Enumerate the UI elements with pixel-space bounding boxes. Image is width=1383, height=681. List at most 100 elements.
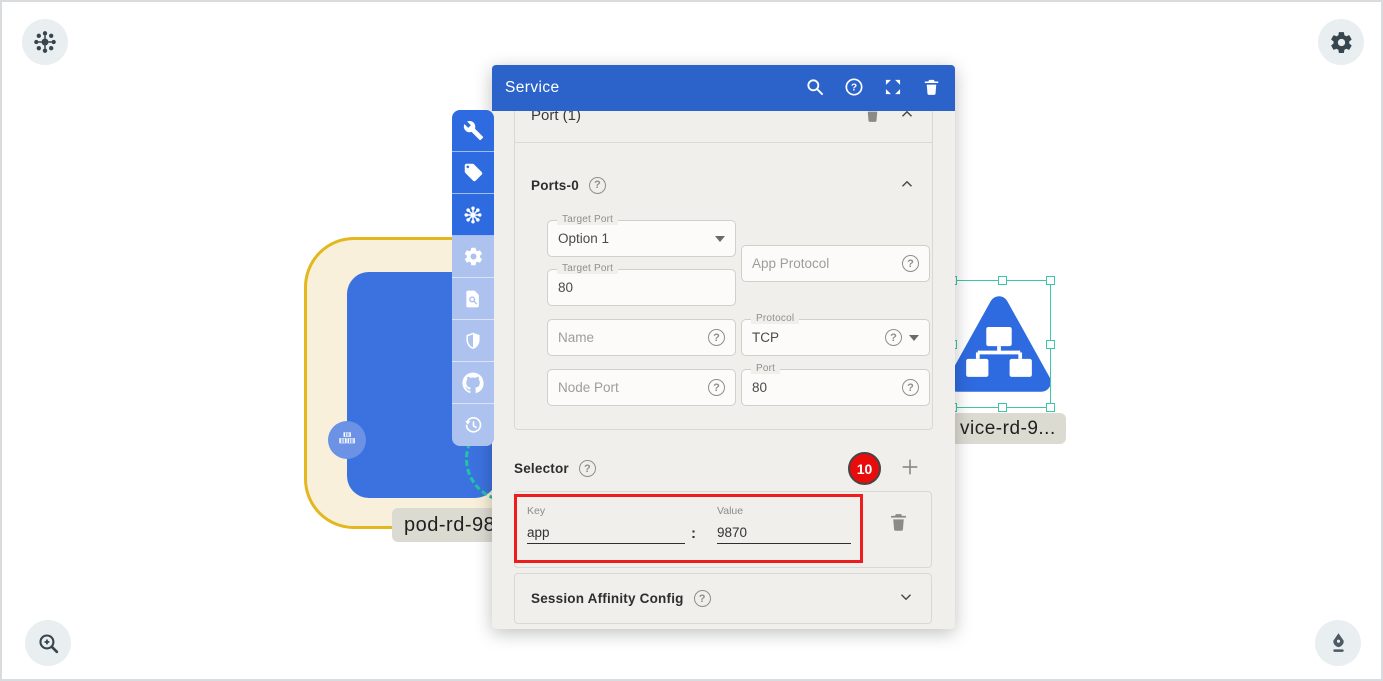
help-icon[interactable]: ? <box>708 329 725 346</box>
field-label: Protocol <box>751 313 799 324</box>
service-modal: Service ? <box>492 65 955 629</box>
toolbar-preview-button[interactable] <box>452 278 494 320</box>
gear-icon <box>1329 30 1354 55</box>
gear-icon <box>463 246 484 267</box>
zoom-button[interactable] <box>25 620 71 666</box>
chevron-up-icon <box>898 111 916 126</box>
help-icon[interactable]: ? <box>902 379 919 396</box>
help-icon[interactable]: ? <box>902 255 919 272</box>
selection-handle[interactable] <box>998 276 1007 285</box>
field-label: Port <box>751 363 780 374</box>
port-input[interactable] <box>752 380 902 395</box>
help-icon[interactable]: ? <box>589 177 606 194</box>
chevron-up-icon <box>898 175 916 196</box>
selection-handle[interactable] <box>1046 403 1055 412</box>
trash-icon <box>922 77 941 100</box>
selector-header: Selector ? 10 <box>514 450 933 487</box>
app-protocol-field[interactable]: ? <box>741 245 930 282</box>
ports0-title: Ports-0 <box>531 178 579 193</box>
delete-service-button[interactable] <box>922 77 941 100</box>
selector-row-card: Key : Value <box>514 491 932 568</box>
target-port-input[interactable] <box>558 280 725 295</box>
toolbar-security-button[interactable] <box>452 320 494 362</box>
field-label: Target Port <box>557 263 618 274</box>
shield-icon <box>463 331 483 351</box>
help-icon[interactable]: ? <box>708 379 725 396</box>
chevron-down-icon <box>909 335 919 341</box>
collapse-port-button[interactable] <box>898 111 916 126</box>
trash-icon <box>863 111 882 127</box>
pen-tool-button[interactable] <box>1315 620 1361 666</box>
document-search-icon <box>463 289 483 309</box>
field-value: TCP <box>752 330 885 345</box>
target-port-field[interactable]: Target Port <box>547 269 736 306</box>
delete-port-button[interactable] <box>863 111 882 127</box>
port-section-title: Port (1) <box>531 111 581 124</box>
pod-node-label: pod-rd-98 <box>392 508 507 542</box>
add-selector-button[interactable] <box>899 456 921 481</box>
settings-button[interactable] <box>1318 19 1364 65</box>
target-port-select[interactable]: Target Port Option 1 <box>547 220 736 257</box>
svg-text:?: ? <box>851 82 857 93</box>
github-icon <box>462 372 484 394</box>
app-canvas: pod-rd-98 vice-rd-9... <box>0 0 1383 681</box>
expand-button[interactable] <box>883 77 903 100</box>
chevron-down-icon <box>715 236 725 242</box>
selector-value-input[interactable] <box>717 523 851 544</box>
trash-icon <box>888 511 909 536</box>
selector-title: Selector <box>514 461 569 476</box>
port-section-card: Port (1) <box>514 111 933 430</box>
expand-session-affinity-button[interactable] <box>897 588 915 609</box>
modal-body: Port (1) <box>492 111 955 629</box>
selector-key-input[interactable] <box>527 523 685 544</box>
toolbar-github-button[interactable] <box>452 362 494 404</box>
delete-selector-button[interactable] <box>888 511 909 536</box>
port-field[interactable]: Port ? <box>741 369 930 406</box>
protocol-select[interactable]: Protocol TCP ? <box>741 319 930 356</box>
cluster-hub-icon <box>32 29 58 55</box>
selection-handle[interactable] <box>1046 340 1055 349</box>
toolbar-history-button[interactable] <box>452 404 494 446</box>
field-value: Option 1 <box>558 231 715 246</box>
selector-highlight-box: Key : Value <box>514 494 863 563</box>
cluster-menu-button[interactable] <box>22 19 68 65</box>
tag-icon <box>463 162 484 183</box>
service-node-label: vice-rd-9... <box>950 413 1066 444</box>
kubernetes-wheel-icon <box>462 204 484 226</box>
name-field[interactable]: ? <box>547 319 736 356</box>
search-button[interactable] <box>805 77 825 100</box>
name-input[interactable] <box>558 330 708 345</box>
key-value-separator: : <box>691 525 696 542</box>
toolbar-labels-button[interactable] <box>452 152 494 194</box>
help-icon: ? <box>844 77 864 100</box>
collapse-ports0-button[interactable] <box>898 175 916 196</box>
wrench-icon <box>463 120 484 141</box>
modal-title: Service <box>505 79 559 97</box>
node-toolbar <box>452 110 494 446</box>
history-icon <box>463 415 484 436</box>
help-icon[interactable]: ? <box>885 329 902 346</box>
field-label: Target Port <box>557 214 618 225</box>
help-icon[interactable]: ? <box>694 590 711 607</box>
pen-nib-icon <box>1326 631 1351 656</box>
modal-header: Service ? <box>492 65 955 111</box>
plus-icon <box>899 456 921 481</box>
node-port-input[interactable] <box>558 380 708 395</box>
toolbar-kubernetes-button[interactable] <box>452 194 494 236</box>
node-port-field[interactable]: ? <box>547 369 736 406</box>
key-label: Key <box>527 505 545 517</box>
session-affinity-card: Session Affinity Config ? <box>514 573 932 624</box>
app-protocol-input[interactable] <box>752 256 902 271</box>
toolbar-settings-button[interactable] <box>452 236 494 278</box>
selection-handle[interactable] <box>998 403 1007 412</box>
containers-icon <box>336 427 358 454</box>
toolbar-edit-button[interactable] <box>452 110 494 152</box>
help-button[interactable]: ? <box>844 77 864 100</box>
value-label: Value <box>717 505 743 517</box>
pod-containers-badge[interactable] <box>328 421 366 459</box>
ports0-fields: Target Port Option 1 Target Port ? <box>531 209 916 415</box>
selector-count-badge: 10 <box>848 452 881 485</box>
service-selection-box <box>952 280 1051 408</box>
help-icon[interactable]: ? <box>579 460 596 477</box>
selection-handle[interactable] <box>1046 276 1055 285</box>
